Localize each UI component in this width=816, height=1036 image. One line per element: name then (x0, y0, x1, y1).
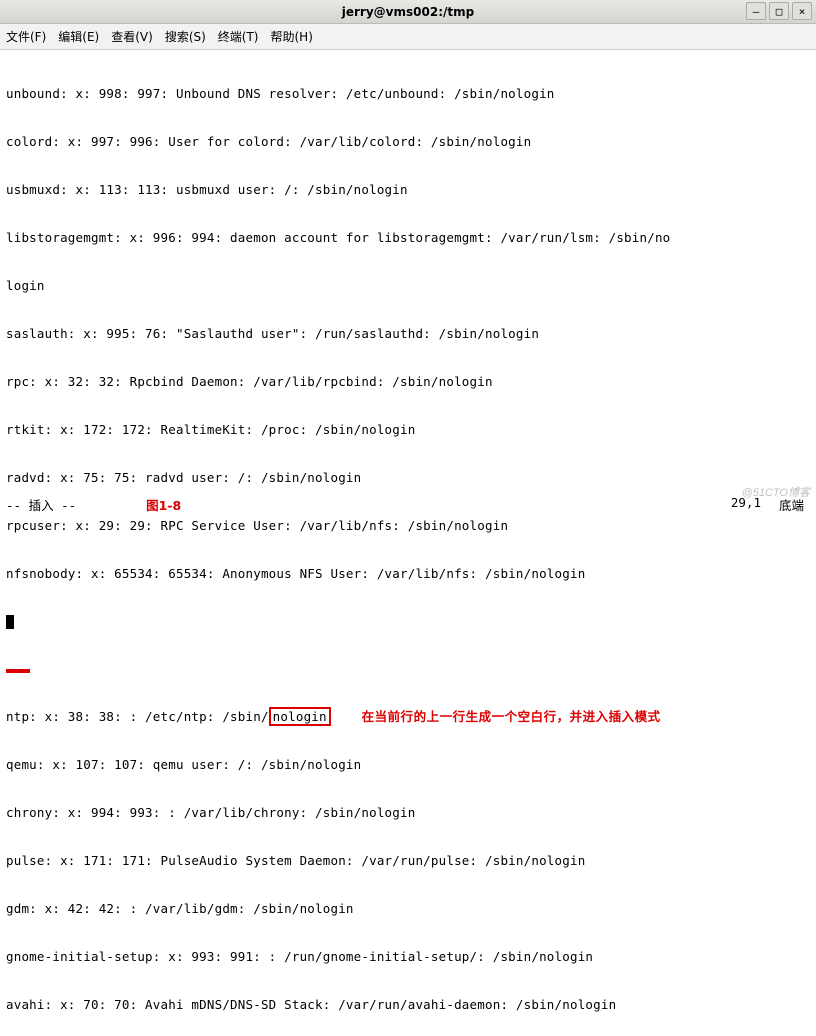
menu-file[interactable]: 文件(F) (6, 28, 46, 45)
terminal-line: unbound: x: 998: 997: Unbound DNS resolv… (6, 86, 810, 102)
menu-help[interactable]: 帮助(H) (271, 28, 313, 45)
maximize-button[interactable]: □ (769, 2, 789, 20)
terminal-line: rpcuser: x: 29: 29: RPC Service User: /v… (6, 518, 810, 534)
highlighted-line: ntp: x: 38: 38: : /etc/ntp: /sbin/nologi… (6, 709, 810, 725)
terminal-line: login (6, 278, 810, 294)
inserted-blank-line (6, 661, 810, 677)
terminal-line: avahi: x: 70: 70: Avahi mDNS/DNS-SD Stac… (6, 997, 810, 1013)
cursor-line (6, 614, 810, 629)
underline-icon (6, 669, 30, 673)
minimize-button[interactable]: – (746, 2, 766, 20)
annotation-text: 在当前行的上一行生成一个空白行，并进入插入模式 (362, 709, 661, 724)
status-line: -- 插入 -- 图1-8 29,1 底端 (0, 493, 816, 516)
cursor-position: 29,1 (731, 495, 761, 514)
terminal-line: colord: x: 997: 996: User for colord: /v… (6, 134, 810, 150)
mode-indicator: -- 插入 -- (6, 495, 76, 514)
terminal-line: gdm: x: 42: 42: : /var/lib/gdm: /sbin/no… (6, 901, 810, 917)
figure-label: 图1-8 (146, 495, 181, 514)
terminal-line: gnome-initial-setup: x: 993: 991: : /run… (6, 949, 810, 965)
scroll-indicator: 底端 (779, 495, 804, 514)
window-controls: – □ × (746, 2, 812, 20)
terminal-line: rpc: x: 32: 32: Rpcbind Daemon: /var/lib… (6, 374, 810, 390)
terminal-line: radvd: x: 75: 75: radvd user: /: /sbin/n… (6, 470, 810, 486)
menu-view[interactable]: 查看(V) (111, 28, 153, 45)
menu-terminal[interactable]: 终端(T) (218, 28, 259, 45)
terminal-line: chrony: x: 994: 993: : /var/lib/chrony: … (6, 805, 810, 821)
title-bar: jerry@vms002:/tmp – □ × (0, 0, 816, 24)
line-pre: ntp: x: 38: 38: : /etc/ntp: /sbin/ (6, 709, 269, 724)
terminal-area[interactable]: unbound: x: 998: 997: Unbound DNS resolv… (0, 50, 816, 1036)
window-title: jerry@vms002:/tmp (0, 5, 816, 19)
menu-bar: 文件(F) 编辑(E) 查看(V) 搜索(S) 终端(T) 帮助(H) (0, 24, 816, 50)
menu-search[interactable]: 搜索(S) (165, 28, 206, 45)
terminal-line: usbmuxd: x: 113: 113: usbmuxd user: /: /… (6, 182, 810, 198)
terminal-line: libstoragemgmt: x: 996: 994: daemon acco… (6, 230, 810, 246)
terminal-line: nfsnobody: x: 65534: 65534: Anonymous NF… (6, 566, 810, 582)
terminal-line: saslauth: x: 995: 76: "Saslauthd user": … (6, 326, 810, 342)
menu-edit[interactable]: 编辑(E) (58, 28, 99, 45)
close-button[interactable]: × (792, 2, 812, 20)
terminal-line: rtkit: x: 172: 172: RealtimeKit: /proc: … (6, 422, 810, 438)
terminal-line: qemu: x: 107: 107: qemu user: /: /sbin/n… (6, 757, 810, 773)
terminal-line: pulse: x: 171: 171: PulseAudio System Da… (6, 853, 810, 869)
text-cursor (6, 615, 14, 629)
highlight-box: nologin (269, 707, 331, 726)
